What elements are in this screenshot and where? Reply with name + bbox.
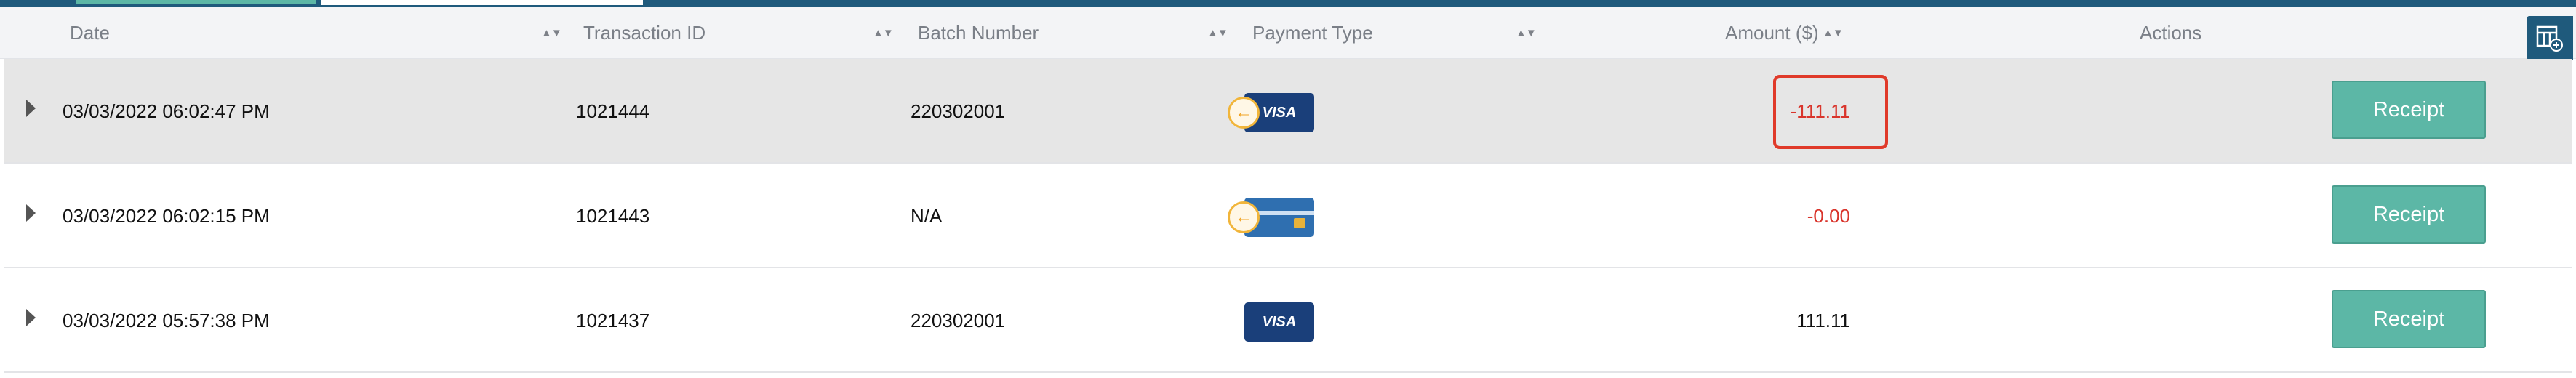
visa-card-icon: VISA — [1244, 302, 1314, 342]
table-row[interactable]: 03/03/2022 06:02:15 PM 1021443 N/A ← -0.… — [4, 164, 2572, 268]
caret-right-icon[interactable] — [26, 309, 36, 326]
caret-right-icon[interactable] — [26, 100, 36, 117]
sort-icon[interactable]: ▲▼ — [1207, 7, 1228, 59]
table-row[interactable]: 03/03/2022 05:57:38 PM 1021437 220302001… — [4, 268, 2572, 373]
cell-transaction-id: 1021444 — [576, 100, 650, 122]
card-chip — [1294, 218, 1305, 228]
table-header: Date ▲▼ Transaction ID ▲▼ Batch Number ▲… — [0, 7, 2576, 60]
receipt-button[interactable]: Receipt — [2332, 81, 2486, 139]
cell-batch-number: N/A — [911, 204, 943, 227]
cell-transaction-id: 1021437 — [576, 309, 650, 331]
cell-batch-number: 220302001 — [911, 309, 1006, 331]
tab-indicator-active[interactable] — [76, 0, 316, 4]
sort-icon[interactable]: ▲▼ — [1823, 7, 1844, 59]
cell-transaction-id: 1021443 — [576, 204, 650, 227]
cell-date: 03/03/2022 05:57:38 PM — [63, 309, 270, 331]
cell-batch-number: 220302001 — [911, 100, 1006, 122]
column-header-amount[interactable]: Amount ($) — [1725, 7, 1819, 59]
receipt-button[interactable]: Receipt — [2332, 185, 2486, 244]
cell-amount: -0.00 — [1807, 204, 1850, 227]
refund-arrow-icon: ← — [1228, 97, 1260, 129]
card-brand-text: VISA — [1262, 313, 1297, 330]
column-header-transaction-id[interactable]: Transaction ID — [583, 7, 705, 59]
caret-right-icon[interactable] — [26, 204, 36, 222]
sort-icon[interactable]: ▲▼ — [541, 7, 562, 59]
receipt-button[interactable]: Receipt — [2332, 290, 2486, 348]
column-header-batch-number[interactable]: Batch Number — [918, 7, 1039, 59]
tab-indicator-inactive[interactable] — [321, 0, 643, 5]
table-row[interactable]: 03/03/2022 06:02:47 PM 1021444 220302001… — [4, 59, 2572, 164]
column-header-actions: Actions — [2140, 21, 2202, 44]
amount-highlight-box — [1773, 75, 1888, 149]
refund-arrow-icon: ← — [1228, 201, 1260, 233]
cell-date: 03/03/2022 06:02:15 PM — [63, 204, 270, 227]
column-header-date[interactable]: Date — [70, 7, 110, 59]
cell-date: 03/03/2022 06:02:47 PM — [63, 100, 270, 122]
table-columns-settings-icon[interactable] — [2527, 16, 2573, 60]
sort-icon[interactable]: ▲▼ — [873, 7, 894, 59]
column-header-payment-type[interactable]: Payment Type — [1252, 7, 1373, 59]
sort-icon[interactable]: ▲▼ — [1516, 7, 1537, 59]
cell-amount: 111.11 — [1796, 309, 1850, 331]
